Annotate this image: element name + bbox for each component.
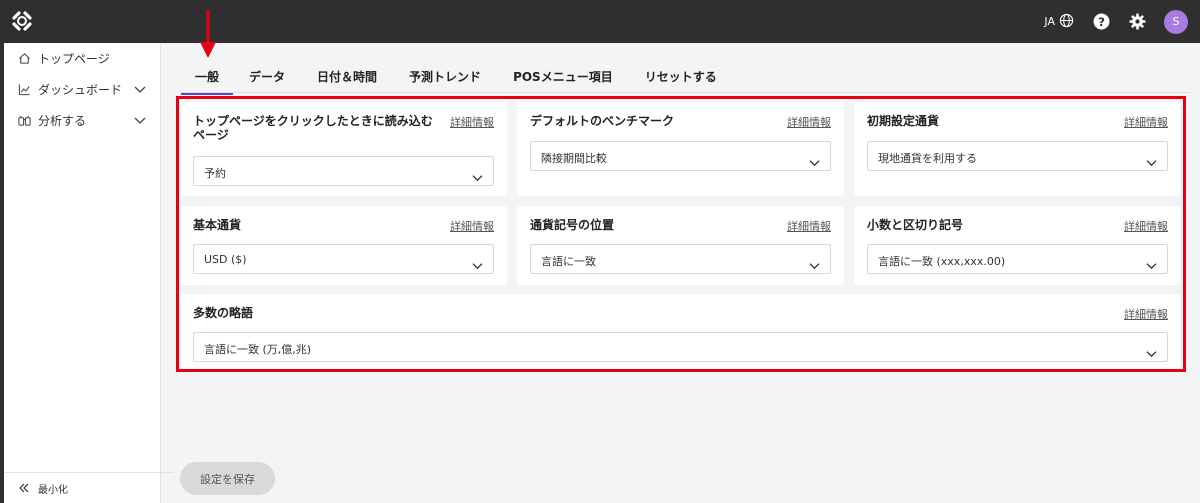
tab-pos-menu-items[interactable]: POSメニュー項目 <box>497 62 629 92</box>
minimize-label: 最小化 <box>38 484 68 496</box>
tab-general[interactable]: 一般 <box>181 62 234 95</box>
chevron-down-icon[interactable] <box>134 83 146 97</box>
help-icon[interactable]: ? <box>1092 13 1110 31</box>
svg-text:?: ? <box>1098 15 1105 29</box>
tab-reset[interactable]: リセットする <box>629 62 733 92</box>
tabs-divider <box>181 92 1190 93</box>
chart-icon <box>18 83 32 97</box>
home-icon <box>18 52 32 66</box>
tab-data[interactable]: データ <box>233 62 301 92</box>
avatar[interactable]: S <box>1164 9 1188 34</box>
tab-date-time[interactable]: 日付＆時間 <box>301 62 393 92</box>
sidebar-item-dashboard[interactable]: ダッシュボード <box>4 74 160 105</box>
app-logo-icon[interactable] <box>11 10 33 32</box>
tab-forecast-trend[interactable]: 予測トレンド <box>393 62 497 92</box>
double-chevron-left-icon <box>18 483 30 493</box>
language-selector[interactable]: JA <box>1044 13 1074 31</box>
annotation-highlight-box <box>176 96 1186 372</box>
globe-icon <box>1059 13 1074 31</box>
binoculars-icon <box>18 114 32 128</box>
sidebar-item-label: トップページ <box>38 52 110 66</box>
sidebar-item-label: ダッシュボード <box>38 83 123 97</box>
save-settings-button[interactable]: 設定を保存 <box>180 462 275 495</box>
annotation-arrow-icon <box>198 10 218 60</box>
sidebar-item-analyze[interactable]: 分析する <box>4 105 160 136</box>
minimize-sidebar-button[interactable]: 最小化 <box>4 472 174 503</box>
language-code: JA <box>1044 15 1055 28</box>
sidebar-item-label: 分析する <box>38 114 87 128</box>
avatar-initial: S <box>1172 15 1180 28</box>
sidebar: トップページ ダッシュボード 分析する 最小化 <box>4 43 174 503</box>
top-bar: JA ? S <box>0 0 1200 43</box>
gear-icon[interactable] <box>1128 13 1146 31</box>
settings-tabs: 一般 データ 日付＆時間 予測トレンド POSメニュー項目 リセットする <box>181 62 733 95</box>
sidebar-item-top-page[interactable]: トップページ <box>4 43 160 74</box>
chevron-down-icon[interactable] <box>134 114 146 128</box>
